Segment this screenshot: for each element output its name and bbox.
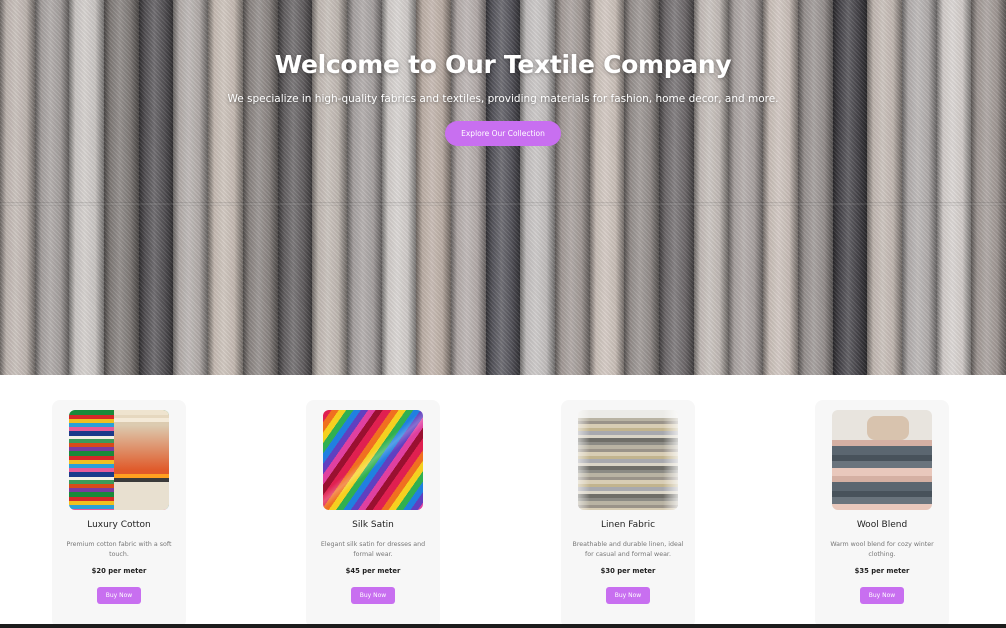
stacked-linen-image (578, 410, 678, 510)
folded-cotton-fabrics-image (69, 410, 169, 510)
buy-now-button[interactable]: Buy Now (605, 587, 651, 604)
hero-title: Welcome to Our Textile Company (274, 50, 732, 79)
product-description: Premium cotton fabric with a soft touch. (66, 541, 172, 558)
colorful-silk-satin-image (323, 410, 423, 510)
product-card-silk-satin: Silk Satin Elegant silk satin for dresse… (306, 400, 440, 628)
product-name: Linen Fabric (600, 520, 656, 530)
product-grid: Luxury Cotton Premium cotton fabric with… (0, 400, 1006, 628)
hero-subtitle: We specialize in high-quality fabrics an… (227, 93, 779, 105)
product-name: Wool Blend (856, 520, 908, 530)
product-price: $45 per meter (345, 567, 401, 575)
product-description: Elegant silk satin for dresses and forma… (320, 541, 426, 558)
hero-content: Welcome to Our Textile Company We specia… (0, 50, 1006, 146)
buy-now-button[interactable]: Buy Now (96, 587, 142, 604)
product-card-wool-blend: Wool Blend Warm wool blend for cozy wint… (815, 400, 949, 628)
product-price: $30 per meter (600, 567, 656, 575)
buy-now-button[interactable]: Buy Now (859, 587, 905, 604)
folded-wool-sweaters-image (832, 410, 932, 510)
explore-collection-button[interactable]: Explore Our Collection (445, 121, 561, 146)
product-description: Warm wool blend for cozy winter clothing… (830, 541, 934, 558)
product-description: Breathable and durable linen, ideal for … (572, 541, 684, 558)
bottom-bar (0, 624, 1006, 628)
product-name: Luxury Cotton (87, 520, 151, 530)
product-card-linen-fabric: Linen Fabric Breathable and durable line… (561, 400, 695, 628)
product-price: $35 per meter (854, 567, 910, 575)
product-price: $20 per meter (91, 567, 147, 575)
hero-banner: Welcome to Our Textile Company We specia… (0, 0, 1006, 375)
product-card-luxury-cotton: Luxury Cotton Premium cotton fabric with… (52, 400, 186, 628)
buy-now-button[interactable]: Buy Now (350, 587, 396, 604)
product-name: Silk Satin (352, 520, 394, 530)
